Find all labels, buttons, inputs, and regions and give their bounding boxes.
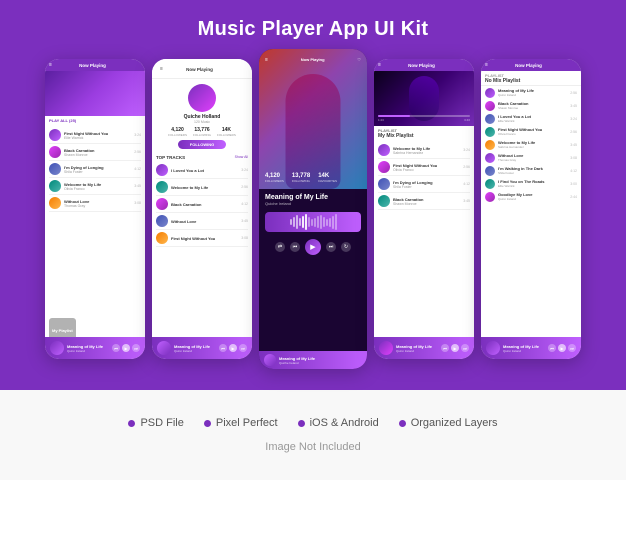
prev-btn-4[interactable]: ⏮: [441, 344, 449, 352]
track-item: Welcome to My Life Sabrina Hernandez 3:2…: [378, 142, 470, 159]
phone4-tracklist: Welcome to My Life Sabrina Hernandez 3:2…: [374, 140, 474, 212]
phone1-bottom-bar: Meaning of My Life Quinn Ireland ⏮ ▶ ⏭: [45, 337, 145, 359]
page-title: Music Player App UI Kit: [198, 18, 429, 41]
feature-psd: PSD File: [128, 417, 183, 429]
next-btn-5[interactable]: ⏭: [568, 344, 576, 352]
top-section: Music Player App UI Kit ≡ Now Playing My…: [0, 0, 626, 390]
playlist-item: I Find You on The Roads Ellie Warrick 3:…: [481, 177, 581, 190]
feature-ios: iOS & Android: [298, 417, 379, 429]
play-btn-4[interactable]: ▶: [451, 344, 459, 352]
shuffle-btn[interactable]: ⇄: [275, 242, 285, 252]
playlist-item: Black Carnation Shawn Monroe 3:45: [481, 99, 581, 112]
phone-4: ≡ Now Playing 1:23 3:46: [374, 59, 474, 359]
menu-icon-1: ≡: [49, 62, 52, 68]
play-btn-5[interactable]: ▶: [558, 344, 566, 352]
prev-btn-5[interactable]: ⏮: [548, 344, 556, 352]
phone2-bottom-bar: Meaning of My Life Quinn Ireland ⏮ ▶ ⏭: [152, 337, 252, 359]
track-item: Black Carnation Shawn Monroe 3:45: [378, 193, 470, 210]
phone4-my-playlist: My Mix Playlist: [378, 133, 470, 139]
next-btn-3[interactable]: ⏭: [326, 242, 336, 252]
phone5-bottom-bar: Meaning of My Life Quinn Ireland ⏮ ▶ ⏭: [481, 337, 581, 359]
phone3-artist: Quiche Ireland: [265, 201, 361, 206]
play-btn-3[interactable]: ▶: [305, 239, 321, 255]
phone2-header: Now Playing: [186, 67, 213, 72]
menu-icon-4: ≡: [378, 62, 381, 68]
phone4-bottom-bar: Meaning of My Life Quinn Ireland ⏮ ▶ ⏭: [374, 337, 474, 359]
playlist-item: Without Love Thomas Gray 3:08: [481, 151, 581, 164]
phone5-header: Now Playing: [515, 63, 542, 68]
playlist-item: I Loved You a Lot Ellie Warrick 3:24: [481, 112, 581, 125]
track-item: Black Carnation 4:12: [156, 196, 248, 213]
dot-layers: [399, 420, 406, 427]
phone3-image: ≡ Now Playing ♡ 4,120 FOLLOWERS 13,778 F…: [259, 49, 367, 189]
prev-btn[interactable]: ⏮: [112, 344, 120, 352]
dot-psd: [128, 420, 135, 427]
track-item: Black Carnation Shawn Monroe 2:56: [49, 144, 141, 161]
track-item: Welcome to My Life Olivia Franco 3:45: [49, 178, 141, 195]
playlist-item: I'm Walking in The Dark Shila Foster 4:1…: [481, 164, 581, 177]
playlist-item: Goodbye My Love Quinn Ireland 2:44: [481, 190, 581, 203]
track-item: Without Love Thomas Gray 3:08: [49, 195, 141, 212]
phone5-playlist-sub: No Mix Playlist: [485, 78, 577, 84]
phone1-tracklist: First Night Without You Ellie Warrick 3:…: [45, 125, 145, 214]
features-row: PSD File Pixel Perfect iOS & Android Org…: [128, 417, 497, 429]
phone3-waveform: [265, 212, 361, 232]
menu-icon-2: ≡: [160, 66, 163, 72]
play-btn-2[interactable]: ▶: [229, 344, 237, 352]
phone1-playlist: My Playlist: [52, 328, 73, 333]
phone3-controls: ⇄ ⏮ ▶ ⏭ ↻: [259, 236, 367, 258]
phone-5: ≡ Now Playing PLAYLIST No Mix Playlist M…: [481, 59, 581, 359]
phone-1: ≡ Now Playing My Playlist 120 Songs 👤 PL…: [45, 59, 145, 359]
phone4-header: Now Playing: [408, 63, 435, 68]
feature-layers: Organized Layers: [399, 417, 498, 429]
prev-btn-2[interactable]: ⏮: [219, 344, 227, 352]
next-btn-4[interactable]: ⏭: [461, 344, 469, 352]
playlist-item: Meaning of My Life Quinn Ireland 2:56: [481, 86, 581, 99]
phone2-profile: Quiche Holland 120 Music 4,120 FOLLOWERS…: [152, 79, 252, 152]
phone-2: ≡ Now Playing Quiche Holland 120 Music 4…: [152, 59, 252, 359]
phone3-bottom-bar: Meaning of My Life Quiche Ireland: [259, 351, 367, 369]
playlist-item: Welcome to My Life Sabrina Hernandez 3:4…: [481, 138, 581, 151]
feature-pixel: Pixel Perfect: [204, 417, 278, 429]
next-btn-2[interactable]: ⏭: [239, 344, 247, 352]
not-included-note: Image Not Included: [265, 441, 360, 453]
track-item: I'm Dying of Longing Shila Foster 4:12: [49, 161, 141, 178]
next-btn[interactable]: ⏭: [132, 344, 140, 352]
follow-button[interactable]: FOLLOWING: [178, 140, 226, 149]
track-item: I Loved You a Lot 3:24: [156, 162, 248, 179]
track-item: First Night Without You 3:08: [156, 230, 248, 247]
track-item: First Night Without You Olivia Franco 2:…: [378, 159, 470, 176]
phone3-song-title: Meaning of My Life: [265, 194, 361, 201]
prev-btn-3[interactable]: ⏮: [290, 242, 300, 252]
phone5-tracklist: Meaning of My Life Quinn Ireland 2:56 Bl…: [481, 86, 581, 203]
phone1-header: Now Playing: [79, 63, 106, 68]
dot-pixel: [204, 420, 211, 427]
repeat-btn[interactable]: ↻: [341, 242, 351, 252]
dot-ios: [298, 420, 305, 427]
menu-icon-5: ≡: [485, 62, 488, 68]
show-all-link[interactable]: Show All: [235, 155, 248, 160]
phone1-play-all: PLAY ALL (25): [45, 116, 145, 125]
bottom-section: PSD File Pixel Perfect iOS & Android Org…: [0, 390, 626, 480]
phone-3: ≡ Now Playing ♡ 4,120 FOLLOWERS 13,778 F…: [259, 49, 367, 369]
track-item: First Night Without You Ellie Warrick 3:…: [49, 127, 141, 144]
playlist-item: First Night Without You Olivia Franco 2:…: [481, 125, 581, 138]
track-item: I'm Dying of Longing Shila Foster 4:12: [378, 176, 470, 193]
phones-container: ≡ Now Playing My Playlist 120 Songs 👤 PL…: [45, 59, 581, 369]
track-item: Welcome to My Life 2:56: [156, 179, 248, 196]
top-tracks-label: TOP TRACKS: [156, 155, 185, 160]
play-btn[interactable]: ▶: [122, 344, 130, 352]
track-item: Without Love 3:45: [156, 213, 248, 230]
